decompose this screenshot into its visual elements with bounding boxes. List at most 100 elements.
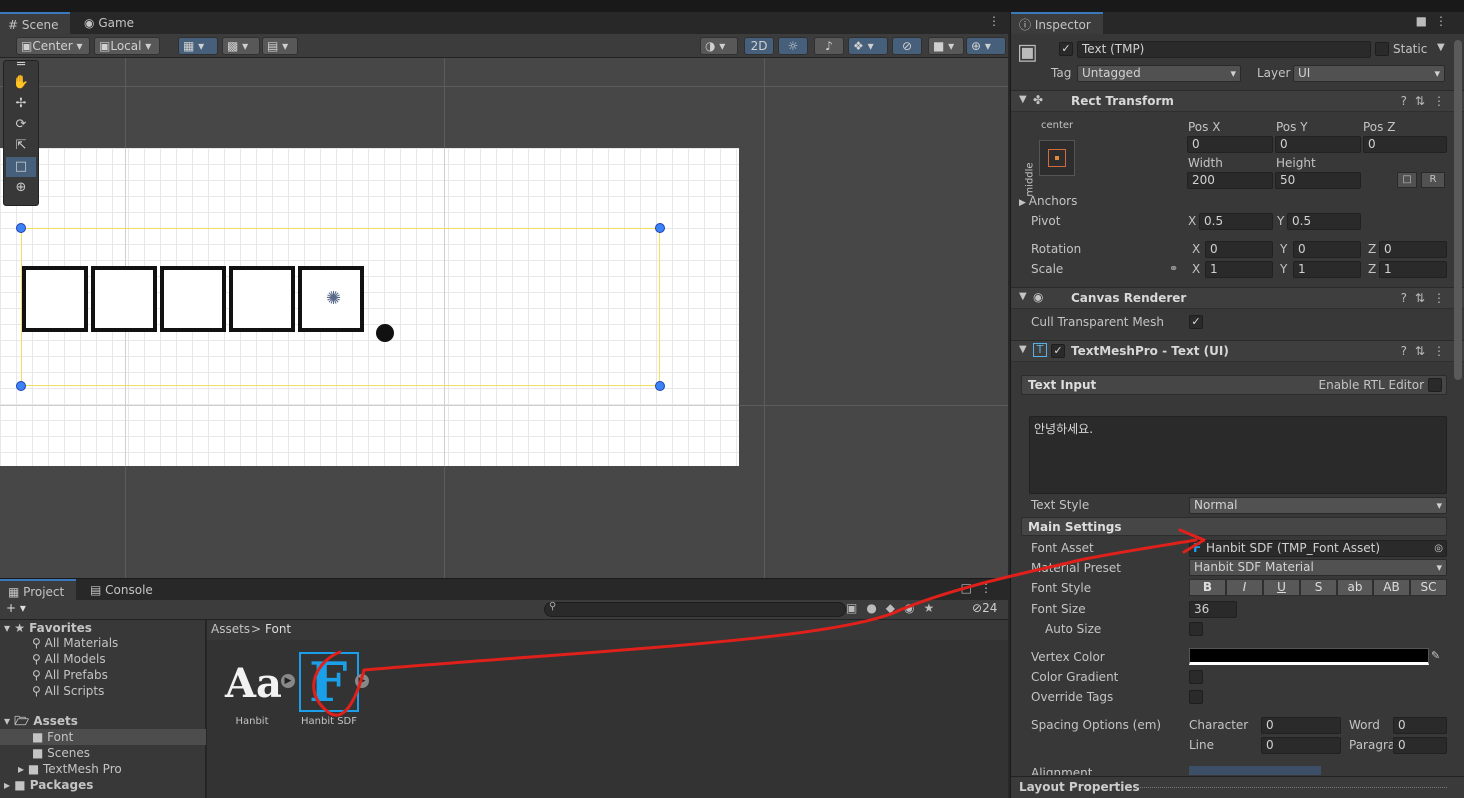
text-style-dropdown[interactable]: Normal: [1189, 497, 1447, 514]
tmp-enabled-checkbox[interactable]: ✓: [1051, 344, 1065, 358]
2d-toggle[interactable]: 2D: [744, 37, 774, 55]
resize-handle-br[interactable]: [655, 381, 665, 391]
tab-project[interactable]: ▦ Project: [0, 579, 76, 601]
static-checkbox[interactable]: [1375, 42, 1389, 56]
word-spacing-field[interactable]: 0: [1393, 717, 1447, 734]
textmeshpro-header[interactable]: ▼ T ✓ TextMeshPro - Text (UI) ?⇅⋮: [1011, 340, 1464, 362]
rtl-editor-checkbox[interactable]: [1428, 378, 1442, 392]
transform-tool-icon[interactable]: ⊕: [6, 178, 36, 198]
font-size-field[interactable]: 36: [1189, 601, 1237, 618]
rect-tool-icon[interactable]: □: [6, 157, 36, 177]
character-spacing-field[interactable]: 0: [1261, 717, 1341, 734]
tree-assets[interactable]: ▾ 🗁 Assets: [0, 713, 206, 729]
text-input-area[interactable]: 안녕하세요.: [1029, 416, 1447, 494]
tab-game[interactable]: ◉ Game: [76, 12, 146, 34]
layout-properties-bar[interactable]: Layout Properties: [1011, 776, 1464, 798]
expand-icon[interactable]: ▶: [355, 674, 369, 688]
anchor-preset-button[interactable]: [1039, 140, 1075, 176]
rotate-tool-icon[interactable]: ⟳: [6, 115, 36, 135]
component-header-icons[interactable]: ?⇅⋮: [1401, 94, 1453, 108]
resize-handle-bl[interactable]: [16, 381, 26, 391]
pivot-y-field[interactable]: 0.5: [1287, 213, 1361, 230]
cull-transparent-mesh-checkbox[interactable]: ✓: [1189, 315, 1203, 329]
scale-tool-icon[interactable]: ⇱: [6, 136, 36, 156]
inspector-lock-menu[interactable]: ■⋮: [1416, 14, 1455, 28]
rect-transform-header[interactable]: ▼ ✤ Rect Transform ?⇅⋮: [1011, 90, 1464, 112]
search-input[interactable]: ⚲: [544, 601, 846, 617]
raw-edit-button[interactable]: R: [1421, 172, 1445, 188]
tree-item[interactable]: ⚲ All Models: [0, 651, 206, 667]
tab-scene[interactable]: # Scene: [0, 12, 70, 34]
lowercase-button[interactable]: ab: [1337, 579, 1373, 596]
tree-packages[interactable]: ▸ ■ Packages: [0, 777, 206, 793]
pivot-dropdown[interactable]: ▣Center ▾: [16, 37, 90, 55]
anchors-foldout[interactable]: ▶ Anchors: [1019, 194, 1077, 208]
layer-dropdown[interactable]: UI: [1293, 65, 1445, 82]
width-field[interactable]: 200: [1187, 172, 1273, 189]
object-picker-icon[interactable]: ◎: [1434, 541, 1443, 556]
scale-z-field[interactable]: 1: [1379, 261, 1447, 278]
pos-y-field[interactable]: 0: [1275, 136, 1361, 153]
tag-dropdown[interactable]: Untagged: [1077, 65, 1241, 82]
asset-item[interactable]: Aa ▶ Hanbit: [221, 652, 295, 730]
alignment-buttons[interactable]: [1189, 766, 1321, 775]
scale-y-field[interactable]: 1: [1293, 261, 1361, 278]
camera-dropdown[interactable]: ■ ▾: [928, 37, 964, 55]
component-header-icons[interactable]: ?⇅⋮: [1401, 344, 1453, 358]
strikethrough-button[interactable]: S: [1300, 579, 1337, 596]
pos-x-field[interactable]: 0: [1187, 136, 1273, 153]
hidden-count[interactable]: ⊘24: [972, 601, 997, 615]
vertex-color-swatch[interactable]: [1189, 648, 1429, 665]
auto-size-checkbox[interactable]: [1189, 622, 1203, 636]
rotation-x-field[interactable]: 0: [1205, 241, 1273, 258]
pos-z-field[interactable]: 0: [1363, 136, 1447, 153]
ruler-button[interactable]: ▤ ▾: [262, 37, 298, 55]
smallcaps-button[interactable]: SC: [1410, 579, 1447, 596]
tree-item[interactable]: ⚲ All Prefabs: [0, 667, 206, 683]
shading-mode-dropdown[interactable]: ◑ ▾: [700, 37, 738, 55]
object-name-field[interactable]: Text (TMP): [1077, 41, 1371, 58]
static-dropdown-icon[interactable]: ▼: [1437, 42, 1445, 53]
pivot-x-field[interactable]: 0.5: [1199, 213, 1273, 230]
underline-button[interactable]: U: [1263, 579, 1300, 596]
inspector-scrollbar[interactable]: [1454, 40, 1462, 380]
resize-handle-tl[interactable]: [16, 223, 26, 233]
bold-button[interactable]: B: [1189, 579, 1226, 596]
link-scale-icon[interactable]: ⚭: [1169, 262, 1178, 275]
audio-toggle[interactable]: ♪: [814, 37, 844, 55]
line-spacing-field[interactable]: 0: [1261, 737, 1341, 754]
space-dropdown[interactable]: ▣Local ▾: [94, 37, 160, 55]
canvas-renderer-header[interactable]: ▼ ◉ Canvas Renderer ?⇅⋮: [1011, 287, 1464, 309]
drag-handle[interactable]: [1137, 787, 1447, 789]
tree-folder-scenes[interactable]: ■ Scenes: [0, 745, 206, 761]
expand-icon[interactable]: ▶: [281, 674, 295, 688]
create-button[interactable]: + ▾: [6, 601, 26, 615]
asset-item-selected[interactable]: F ▶ Hanbit SDF: [299, 650, 375, 730]
rotation-y-field[interactable]: 0: [1293, 241, 1361, 258]
tree-favorites[interactable]: ▾ ★ Favorites: [0, 620, 206, 636]
tree-item[interactable]: ⚲ All Scripts: [0, 683, 206, 699]
override-tags-checkbox[interactable]: [1189, 690, 1203, 704]
gameobject-cube-icon[interactable]: ▣: [1017, 40, 1038, 65]
height-field[interactable]: 50: [1275, 172, 1361, 189]
component-header-icons[interactable]: ?⇅⋮: [1401, 291, 1453, 305]
hand-tool-icon[interactable]: ✋: [6, 73, 36, 93]
filter-icons[interactable]: ▣●◆◉★: [846, 601, 943, 615]
breadcrumb-root[interactable]: Assets: [211, 622, 250, 636]
gizmos-dropdown[interactable]: ⊕ ▾: [966, 37, 1006, 55]
eyedropper-icon[interactable]: ✎: [1431, 649, 1440, 662]
snap-increment-button[interactable]: ▩ ▾: [222, 37, 260, 55]
grid-snap-button[interactable]: ▦ ▾: [178, 37, 218, 55]
pivot-gizmo-icon[interactable]: ✺: [326, 288, 341, 309]
tree-folder-textmeshpro[interactable]: ▸ ■ TextMesh Pro: [0, 761, 206, 777]
tree-folder-font[interactable]: ■ Font: [0, 729, 206, 745]
lighting-toggle[interactable]: ☼: [778, 37, 808, 55]
panel-menu-icons[interactable]: □⋮: [961, 581, 1000, 595]
active-checkbox[interactable]: ✓: [1059, 42, 1073, 56]
resize-handle-tr[interactable]: [655, 223, 665, 233]
scene-view[interactable]: ✺ ═ ✋ ✢ ⟳ ⇱ □ ⊕: [0, 58, 1008, 578]
breadcrumb-current[interactable]: Font: [265, 622, 291, 636]
paragraph-spacing-field[interactable]: 0: [1393, 737, 1447, 754]
scene-menu-icon[interactable]: ⋮: [988, 14, 1000, 28]
hidden-toggle[interactable]: ⊘: [892, 37, 922, 55]
